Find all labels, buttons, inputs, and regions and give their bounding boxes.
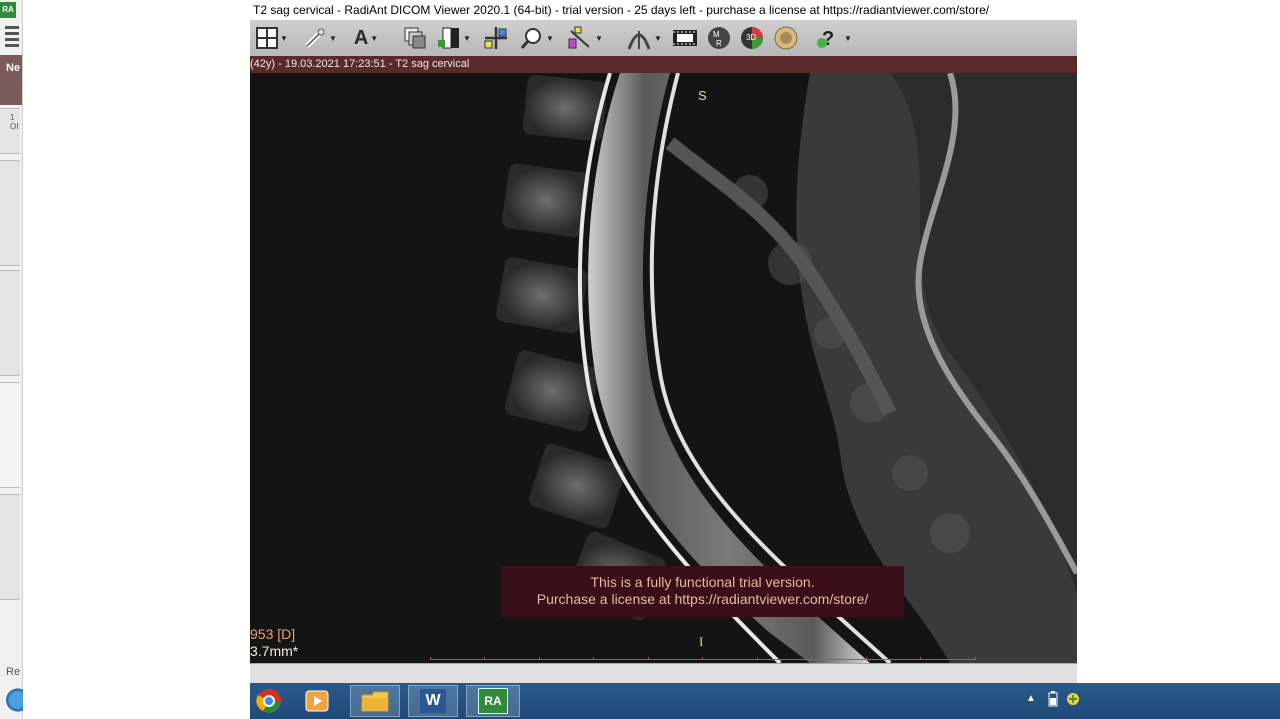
taskbar-radiant[interactable]: RA — [466, 685, 520, 717]
svg-text:3D: 3D — [746, 33, 756, 42]
window-level-readout: 953 [D] — [250, 626, 296, 642]
status-bar — [250, 663, 1077, 684]
angle-icon — [627, 31, 651, 50]
help-button[interactable]: ? ▼ — [812, 24, 856, 52]
radiant-app-icon[interactable]: RA — [0, 2, 16, 18]
orientation-superior: S — [698, 88, 707, 103]
trial-notice-line2: Purchase a license at https://radiantvie… — [536, 591, 869, 607]
thumbnail-number: 1 — [10, 113, 15, 122]
radiant-viewer-window: T2 sag cervical - RadiAnt DICOM Viewer 2… — [250, 0, 1077, 684]
orientation-inferior: I — [699, 634, 704, 649]
taskbar-file-explorer[interactable] — [350, 685, 400, 717]
mpr-icon: MR — [708, 27, 730, 49]
mpr-button[interactable]: MR — [704, 24, 734, 52]
trial-notice: This is a fully functional trial version… — [501, 566, 904, 617]
chevron-down-icon[interactable]: ▼ — [595, 34, 603, 43]
pan-button[interactable] — [478, 24, 514, 52]
radiant-icon: RA — [478, 688, 508, 714]
series-thumbnail[interactable] — [0, 494, 20, 600]
taskbar: W RA ▲ — [250, 683, 1280, 719]
image-viewport[interactable]: S I 953 [D] 3.7mm* This is a fully funct… — [250, 73, 1077, 663]
background-app-window: RA Ne 1 OI Re — [0, 0, 23, 719]
series-thumbnail[interactable] — [0, 270, 20, 376]
taskbar-media-player[interactable] — [294, 685, 340, 717]
media-player-icon — [305, 690, 329, 712]
measure-icon — [568, 26, 590, 49]
chrome-icon — [256, 689, 281, 713]
taskbar-word[interactable]: W — [408, 685, 458, 717]
window-title: T2 sag cervical - RadiAnt DICOM Viewer 2… — [250, 0, 1077, 20]
chevron-down-icon[interactable]: ▼ — [844, 34, 852, 43]
annotation-text-button[interactable]: A ▼ — [346, 24, 386, 52]
chevron-down-icon[interactable]: ▼ — [370, 34, 378, 43]
angle-button[interactable]: ▼ — [622, 24, 666, 52]
toolbar: ▼ ▼ A ▼ ▼ ▼ ▼ ▼ M R 3D ? ▼ — [250, 20, 1077, 57]
chevron-down-icon[interactable]: ▼ — [329, 34, 337, 43]
film-icon — [673, 30, 697, 46]
svg-text:R: R — [716, 39, 722, 48]
layout-grid-button[interactable]: ▼ — [252, 24, 292, 52]
series-thumbnail[interactable] — [0, 160, 20, 266]
fusion-icon — [774, 26, 798, 50]
film-button[interactable] — [670, 24, 700, 52]
network-icon[interactable] — [1066, 691, 1080, 710]
taskbar-chrome[interactable] — [250, 685, 288, 717]
chevron-down-icon[interactable]: ▼ — [546, 34, 554, 43]
invert-button[interactable]: ▼ — [434, 24, 474, 52]
battery-icon[interactable] — [1048, 691, 1058, 710]
tray-overflow-icon[interactable]: ▲ — [1026, 693, 1036, 704]
chevron-down-icon[interactable]: ▼ — [280, 34, 288, 43]
measure-button[interactable]: ▼ — [562, 24, 608, 52]
menu-icon[interactable] — [5, 26, 19, 50]
annotation-text-icon: A — [353, 26, 369, 49]
pan-icon — [484, 27, 507, 49]
thumbnail-label: OI — [10, 122, 19, 131]
layout-grid-icon — [256, 27, 279, 49]
zoom-icon — [520, 28, 542, 49]
svg-text:M: M — [713, 30, 720, 39]
help-icon: ? — [817, 28, 834, 50]
word-icon: W — [420, 689, 446, 713]
start-button-icon[interactable] — [5, 686, 23, 714]
volume-3d-icon: 3D — [741, 27, 763, 49]
trial-notice-line1: This is a fully functional trial version… — [590, 574, 815, 590]
volume-3d-button[interactable]: 3D — [736, 24, 768, 52]
invert-icon — [438, 27, 460, 49]
series-thumbnail[interactable]: 1 OI — [0, 108, 20, 154]
zoom-button[interactable]: ▼ — [516, 24, 558, 52]
file-explorer-icon — [361, 691, 389, 712]
fusion-button[interactable] — [770, 24, 802, 52]
chevron-down-icon[interactable]: ▼ — [654, 34, 662, 43]
adjust-wl-icon — [305, 28, 325, 48]
window-level-button[interactable]: ▼ — [298, 24, 342, 52]
series-stack-button[interactable] — [400, 24, 430, 52]
slice-thickness-readout: 3.7mm* — [250, 643, 299, 659]
series-thumbnail[interactable] — [0, 382, 20, 488]
series-info-bar: (42y) - 19.03.2021 17:23:51 - T2 sag cer… — [250, 56, 1077, 73]
series-stack-icon — [404, 27, 426, 49]
status-label: Re — [6, 666, 21, 678]
chevron-down-icon[interactable]: ▼ — [463, 34, 471, 43]
side-panel-header: Ne — [0, 55, 22, 105]
